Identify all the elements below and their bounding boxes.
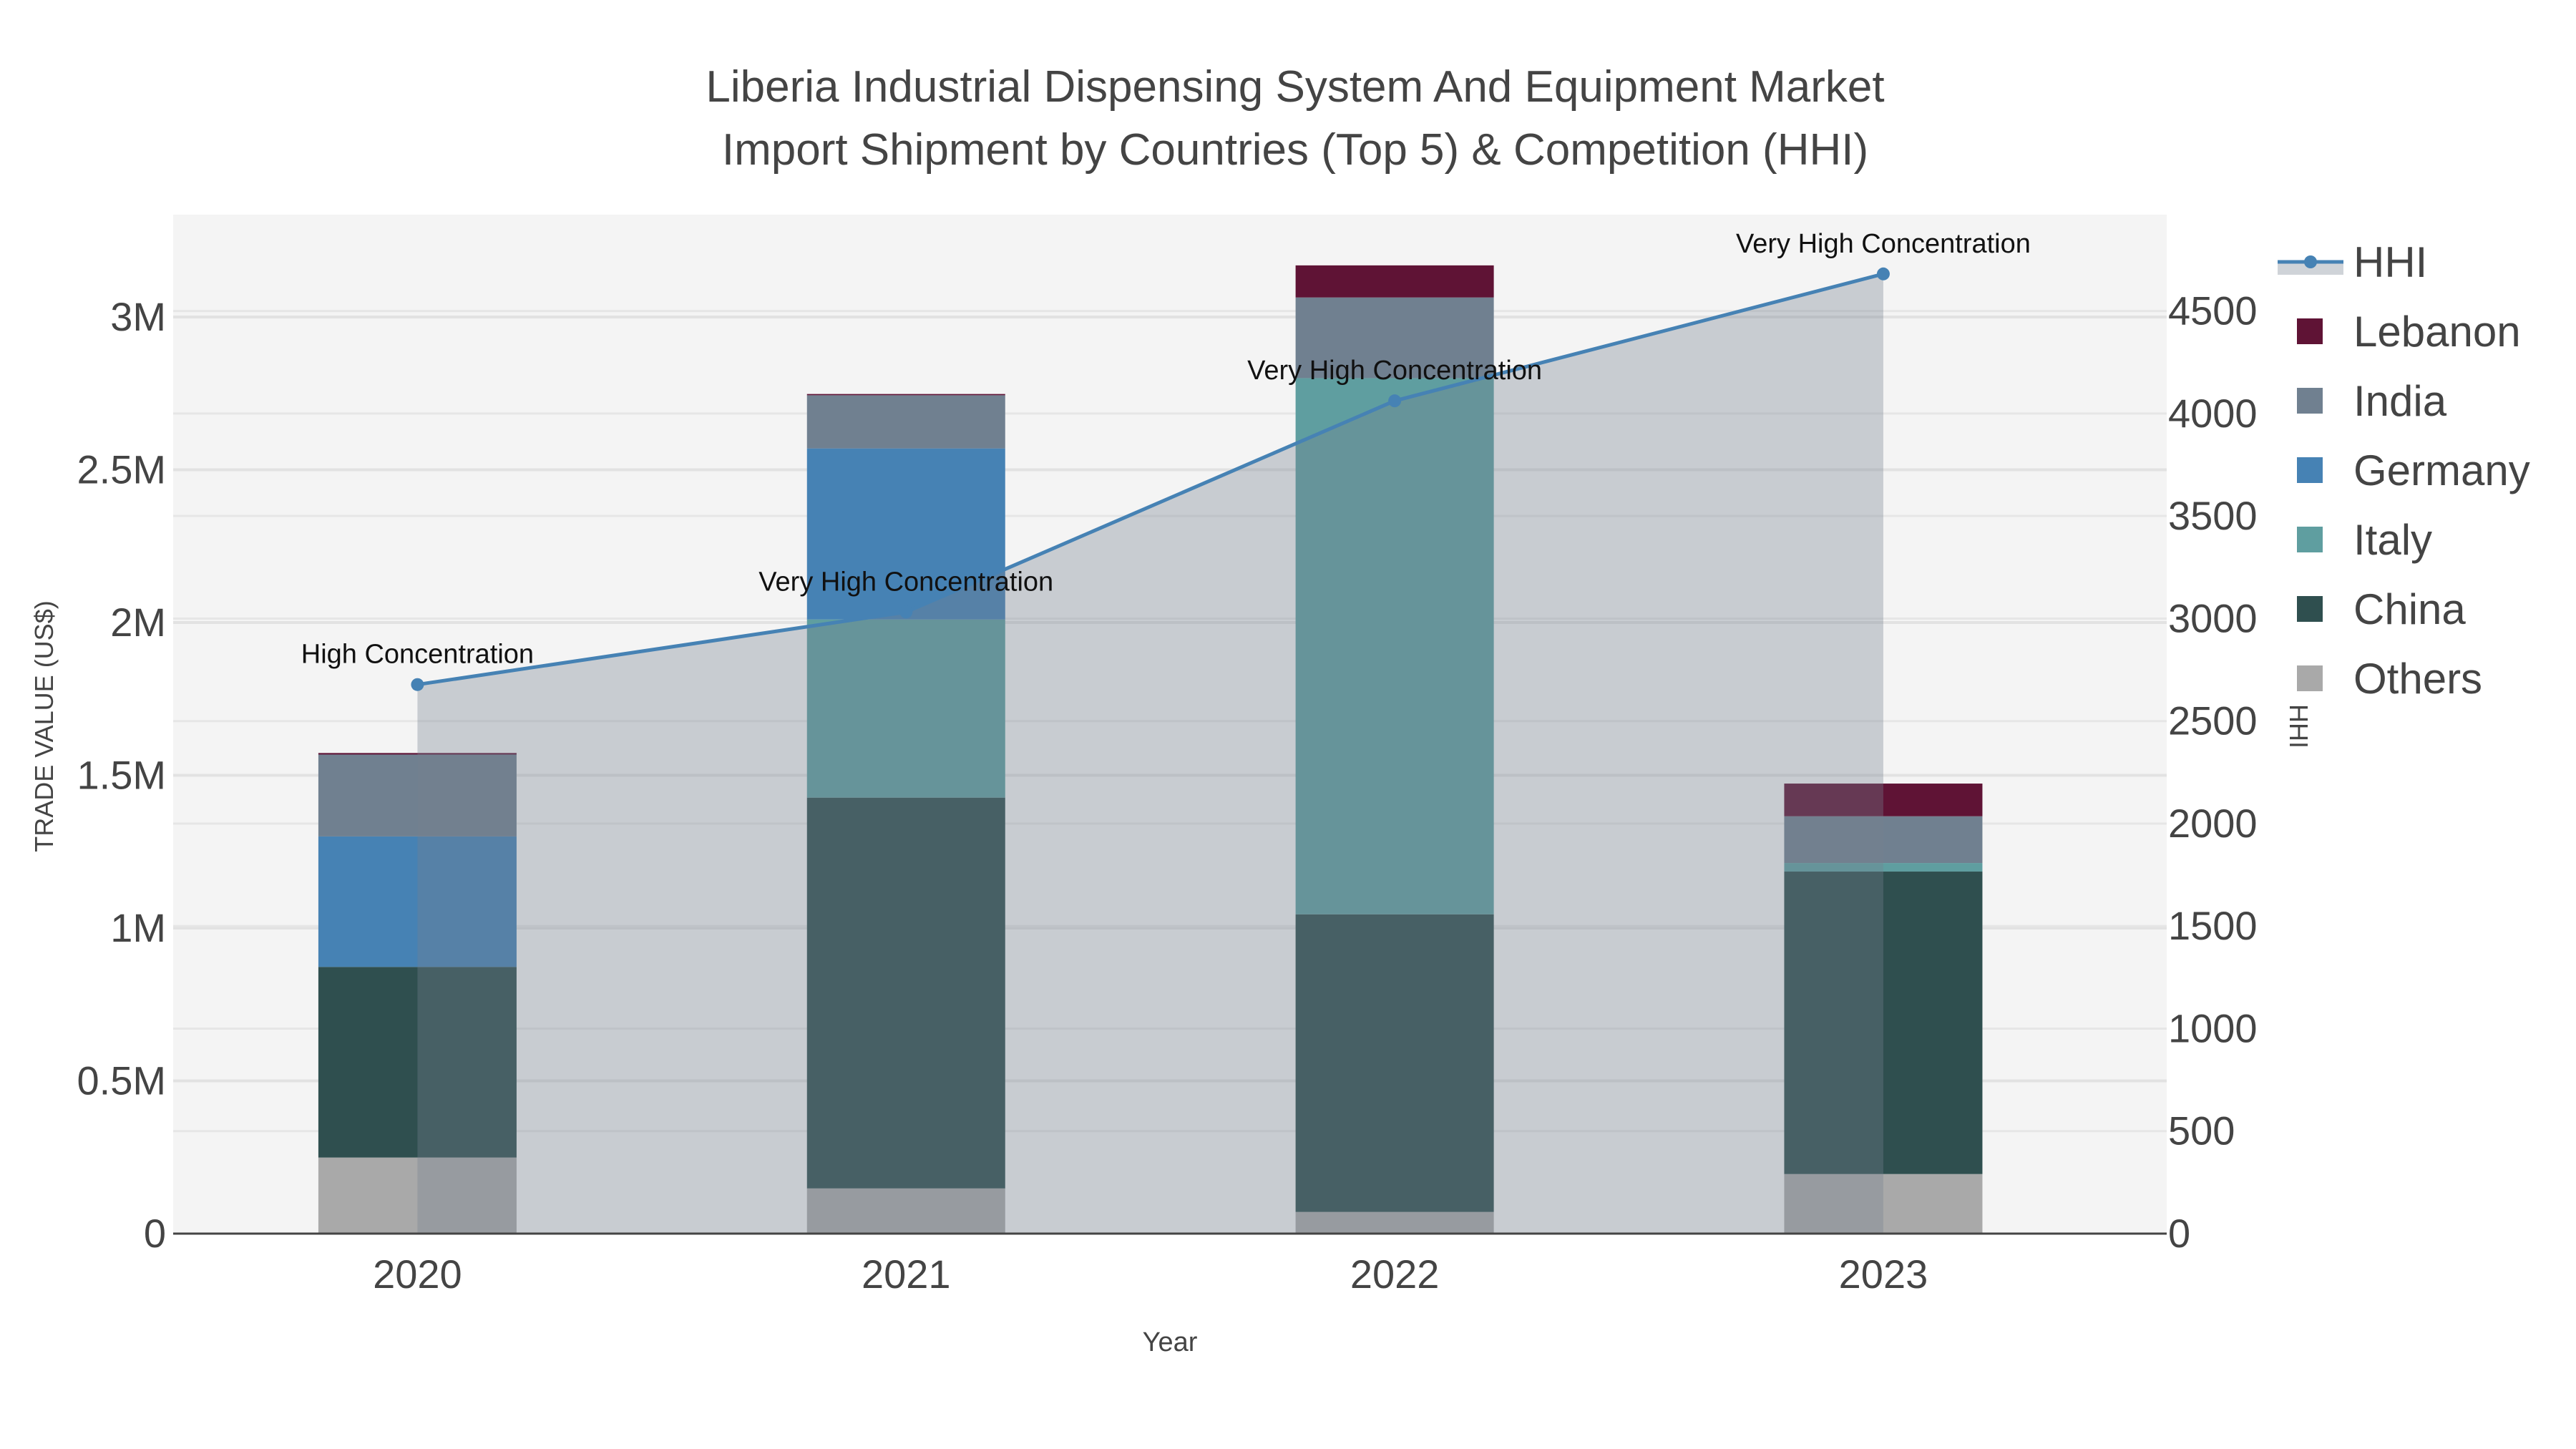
- hhi-point-2020: [411, 678, 424, 691]
- y-tick-label: 2M: [110, 600, 166, 645]
- chart: Liberia Industrial Dispensing System And…: [0, 0, 2576, 1449]
- hhi-point-2022: [1388, 394, 1402, 408]
- y2-tick-label: 3500: [2168, 493, 2258, 538]
- x-tick-label: 2022: [1350, 1252, 1440, 1297]
- y2-tick-label: 0: [2168, 1211, 2190, 1256]
- y-tick-label: 3M: [110, 294, 166, 339]
- legend-label-china: China: [2353, 585, 2466, 633]
- legend-label-lebanon: Lebanon: [2353, 308, 2521, 356]
- legend-swatch-italy: [2297, 527, 2323, 552]
- legend-swatch-india: [2297, 388, 2323, 414]
- chart-title-line2: Import Shipment by Countries (Top 5) & C…: [722, 125, 1868, 175]
- legend-swatch-others: [2297, 665, 2323, 691]
- y2-tick-label: 1000: [2168, 1005, 2258, 1050]
- hhi-point-2023: [1876, 267, 1890, 280]
- y2-axis-title: HHI: [2284, 704, 2313, 748]
- y-tick-label: 2.5M: [77, 447, 167, 492]
- hhi-point-2021: [899, 605, 913, 619]
- legend-label-germany: Germany: [2353, 447, 2530, 494]
- hhi-annotation: Very High Concentration: [758, 567, 1053, 597]
- y-tick-label: 1M: [110, 905, 166, 950]
- y2-tick-label: 2000: [2168, 801, 2258, 846]
- legend-label-hhi: HHI: [2353, 238, 2427, 286]
- legend-label-italy: Italy: [2353, 516, 2432, 564]
- y-tick-label: 0.5M: [77, 1058, 167, 1103]
- y2-tick-label: 500: [2168, 1108, 2235, 1153]
- x-tick-label: 2021: [862, 1252, 951, 1297]
- bar-lebanon-2021: [806, 394, 1005, 396]
- bar-lebanon-2022: [1295, 265, 1494, 298]
- legend-label-others: Others: [2353, 655, 2482, 703]
- y2-tick-label: 4000: [2168, 391, 2258, 436]
- y2-tick-label: 2500: [2168, 698, 2258, 743]
- y-tick-label: 1.5M: [77, 753, 167, 798]
- chart-title-line1: Liberia Industrial Dispensing System And…: [706, 62, 1884, 112]
- y-tick-label: 0: [144, 1211, 166, 1256]
- legend-swatch-germany: [2297, 457, 2323, 483]
- legend-hhi-marker: [2304, 255, 2317, 268]
- legend-label-india: India: [2353, 377, 2447, 425]
- legend-swatch-china: [2297, 596, 2323, 622]
- y2-tick-label: 3000: [2168, 595, 2258, 640]
- x-axis-title: Year: [1143, 1327, 1198, 1357]
- hhi-annotation: Very High Concentration: [1247, 356, 1542, 386]
- bar-india-2021: [806, 395, 1005, 449]
- y2-tick-label: 1500: [2168, 903, 2258, 948]
- x-tick-label: 2023: [1839, 1252, 1928, 1297]
- x-tick-label: 2020: [373, 1252, 462, 1297]
- hhi-annotation: High Concentration: [301, 640, 534, 670]
- hhi-annotation: Very High Concentration: [1736, 229, 2031, 259]
- y2-tick-label: 4500: [2168, 288, 2258, 333]
- legend-swatch-lebanon: [2297, 318, 2323, 344]
- y-axis-title: TRADE VALUE (US$): [29, 600, 59, 852]
